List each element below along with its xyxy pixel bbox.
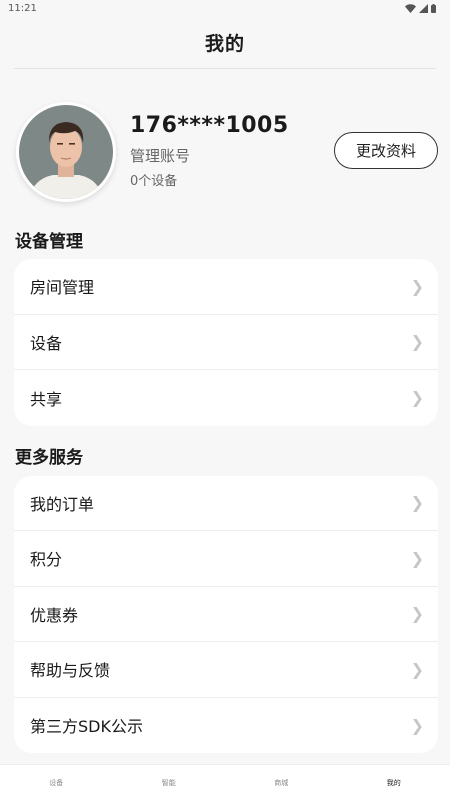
menu-item-help-feedback[interactable]: 帮助与反馈 ❯ (14, 642, 438, 698)
phone-number: 176****1005 (130, 113, 289, 138)
account-role: 管理账号 (130, 147, 191, 165)
tab-smart[interactable]: 智能 (113, 765, 226, 800)
menu-item-label: 房间管理 (30, 278, 95, 298)
chevron-right-icon: ❯ (410, 715, 424, 735)
menu-item-label: 第三方SDK公示 (30, 717, 143, 737)
menu-item-label: 设备 (30, 333, 63, 353)
menu-item-label: 共享 (30, 389, 63, 409)
bottom-tab-bar: 设备 智能 商城 我的 (0, 764, 450, 800)
profile-section: 176****1005 管理账号 0个设备 更改资料 (0, 69, 450, 219)
edit-profile-button[interactable]: 更改资料 (334, 132, 438, 169)
menu-item-share[interactable]: 共享 ❯ (14, 370, 438, 426)
section-title: 更多服务 (15, 448, 83, 468)
status-bar: 11:21 (0, 0, 450, 16)
menu-item-coupons[interactable]: 优惠券 ❯ (14, 587, 438, 642)
chevron-right-icon: ❯ (410, 332, 424, 352)
signal-icon (419, 3, 428, 13)
page-title: 我的 (204, 32, 245, 55)
status-time: 11:21 (8, 2, 37, 14)
chevron-right-icon: ❯ (410, 659, 424, 679)
chevron-right-icon: ❯ (410, 604, 424, 624)
menu-item-third-party-sdk[interactable]: 第三方SDK公示 ❯ (14, 698, 438, 754)
tab-mall[interactable]: 商城 (225, 765, 338, 800)
menu-item-devices[interactable]: 设备 ❯ (14, 315, 438, 370)
menu-item-points[interactable]: 积分 ❯ (14, 531, 438, 587)
menu-item-label: 帮助与反馈 (30, 661, 111, 681)
menu-item-my-orders[interactable]: 我的订单 ❯ (14, 476, 438, 531)
chevron-right-icon: ❯ (410, 493, 424, 513)
avatar-image (19, 105, 113, 199)
menu-item-label: 我的订单 (30, 494, 95, 514)
device-management-section: 设备管理 房间管理 ❯ 设备 ❯ 共享 ❯ (0, 219, 450, 426)
device-count: 0个设备 (130, 174, 178, 189)
tab-devices[interactable]: 设备 (0, 765, 113, 800)
status-icons (405, 3, 436, 13)
tab-mine[interactable]: 我的 (338, 765, 450, 800)
more-services-section: 更多服务 我的订单 ❯ 积分 ❯ 优惠券 ❯ 帮助与反馈 ❯ 第三方SDK公示 … (0, 436, 450, 754)
device-management-card: 房间管理 ❯ 设备 ❯ 共享 ❯ (14, 259, 438, 426)
menu-item-label: 优惠券 (30, 605, 79, 625)
wifi-icon (405, 3, 416, 13)
more-services-card: 我的订单 ❯ 积分 ❯ 优惠券 ❯ 帮助与反馈 ❯ 第三方SDK公示 ❯ (14, 475, 438, 754)
menu-item-label: 积分 (30, 550, 63, 570)
section-title: 设备管理 (15, 231, 83, 252)
chevron-right-icon: ❯ (410, 388, 424, 408)
chevron-right-icon: ❯ (410, 548, 424, 568)
menu-item-room-management[interactable]: 房间管理 ❯ (14, 259, 438, 315)
avatar[interactable] (16, 102, 116, 202)
chevron-right-icon: ❯ (410, 276, 424, 296)
battery-icon (431, 3, 436, 13)
